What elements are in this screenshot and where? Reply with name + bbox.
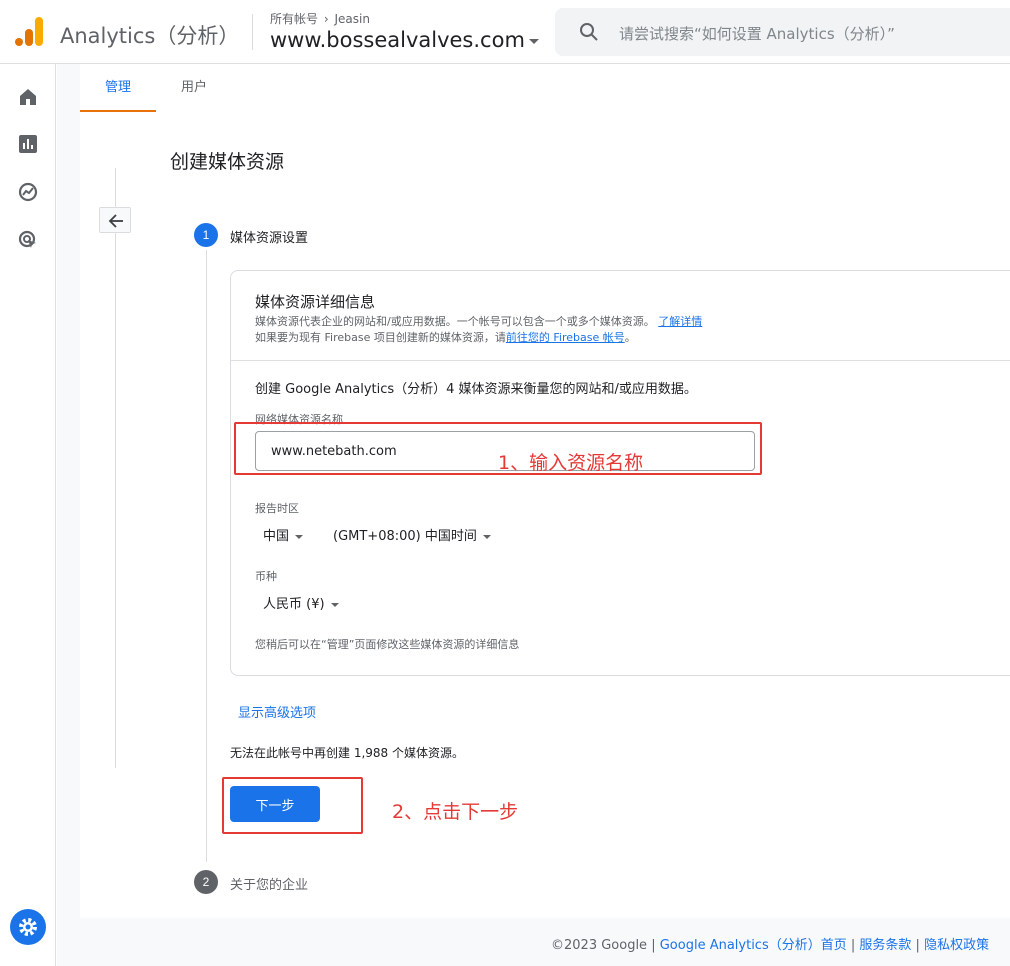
home-icon[interactable]: [17, 86, 39, 108]
back-button[interactable]: [99, 207, 131, 233]
caret-down-icon: [482, 534, 491, 539]
country-select[interactable]: 中国: [263, 525, 304, 544]
breadcrumb-all-accounts[interactable]: 所有帐号: [270, 12, 318, 26]
back-rail: [115, 168, 116, 768]
firebase-description: 如果要为现有 Firebase 项目创建新的媒体资源，请前往您的 Firebas…: [255, 329, 636, 345]
step-2-badge: 2: [194, 870, 218, 894]
admin-tabs: 管理 用户: [80, 64, 1010, 112]
footer-separator: |: [846, 938, 860, 953]
stepper-line: [206, 250, 207, 862]
arrow-left-icon: [108, 214, 123, 228]
footer-link-privacy[interactable]: 隐私权政策: [924, 938, 989, 953]
firebase-description-end: 。: [624, 331, 636, 344]
gear-icon: [19, 918, 37, 936]
step-1-label: 媒体资源设置: [230, 231, 309, 246]
card-description: 媒体资源代表企业的网站和/或应用数据。一个帐号可以包含一个或多个媒体资源。 了解…: [255, 313, 702, 329]
header-divider: [252, 14, 253, 50]
annotation-note-1: 1、输入资源名称: [498, 452, 644, 474]
search-icon: [580, 23, 598, 41]
property-selector[interactable]: www.bossealvalves.com: [270, 28, 539, 52]
search-bar[interactable]: 请尝试搜索“如何设置 Analytics（分析）”: [555, 8, 1010, 56]
property-limit-note: 无法在此帐号中再创建 1,988 个媒体资源。: [230, 746, 464, 760]
currency-select[interactable]: 人民币 (¥): [263, 593, 339, 612]
property-name: www.bossealvalves.com: [270, 28, 525, 52]
step-2-label: 关于您的企业: [230, 878, 309, 893]
footer-separator: |: [647, 938, 660, 953]
tab-admin[interactable]: 管理: [80, 64, 156, 112]
chevron-right-icon: ›: [323, 12, 329, 26]
card-title: 媒体资源详细信息: [255, 293, 376, 311]
currency-label: 币种: [255, 570, 277, 583]
show-advanced-options-link[interactable]: 显示高级选项: [238, 702, 316, 721]
app-header: Analytics（分析） 所有帐号 › Jeasin www.bossealv…: [0, 0, 1010, 64]
footer-link-home[interactable]: Google Analytics（分析）首页: [660, 938, 847, 953]
firebase-link[interactable]: 前往您的 Firebase 帐号: [506, 331, 625, 344]
learn-more-link[interactable]: 了解详情: [658, 315, 702, 328]
footer-link-terms[interactable]: 服务条款: [859, 938, 911, 953]
explore-icon[interactable]: [17, 181, 39, 203]
page-title: 创建媒体资源: [170, 151, 285, 173]
card-description-text: 媒体资源代表企业的网站和/或应用数据。一个帐号可以包含一个或多个媒体资源。: [255, 315, 655, 328]
timezone-label: 报告时区: [255, 502, 299, 515]
country-value: 中国: [263, 529, 290, 544]
breadcrumb-account[interactable]: Jeasin: [334, 12, 369, 26]
timezone-select[interactable]: (GMT+08:00) 中国时间: [333, 525, 491, 544]
breadcrumb[interactable]: 所有帐号 › Jeasin: [270, 10, 370, 27]
annotation-note-2: 2、点击下一步: [392, 801, 519, 823]
tab-users[interactable]: 用户: [156, 64, 232, 112]
step-1-badge: 1: [194, 223, 218, 247]
settings-button[interactable]: [10, 909, 46, 945]
create-description: 创建 Google Analytics（分析）4 媒体资源来衡量您的网站和/或应…: [255, 382, 697, 397]
currency-value: 人民币 (¥): [263, 597, 325, 612]
reports-icon[interactable]: [17, 133, 39, 155]
footer-copyright: ©2023 Google: [551, 938, 648, 953]
annotation-box-next: [222, 777, 363, 834]
search-input[interactable]: 请尝试搜索“如何设置 Analytics（分析）”: [619, 23, 895, 44]
advertising-icon[interactable]: [17, 229, 39, 251]
caret-down-icon: [528, 38, 539, 44]
app-title: Analytics（分析）: [60, 24, 240, 48]
timezone-value: (GMT+08:00) 中国时间: [333, 529, 477, 544]
caret-down-icon: [330, 602, 339, 607]
card-divider: [230, 360, 1010, 361]
analytics-logo-icon[interactable]: [14, 16, 44, 48]
footer: ©2023 Google | Google Analytics（分析）首页 | …: [551, 934, 989, 953]
footer-separator: |: [911, 938, 925, 953]
firebase-description-text: 如果要为现有 Firebase 项目创建新的媒体资源，请: [255, 331, 506, 344]
caret-down-icon: [295, 534, 304, 539]
edit-later-note: 您稍后可以在“管理”页面修改这些媒体资源的详细信息: [255, 638, 520, 651]
